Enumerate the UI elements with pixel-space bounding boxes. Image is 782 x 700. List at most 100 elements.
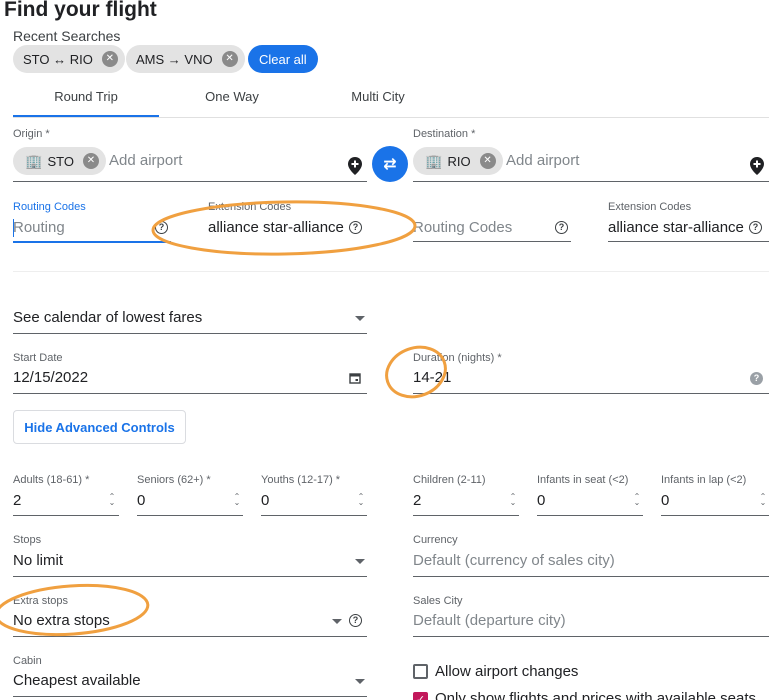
page-title: Find your flight bbox=[4, 0, 157, 21]
routing-codes-label: Routing Codes bbox=[13, 201, 86, 213]
adults-input[interactable]: 2 bbox=[13, 492, 21, 509]
youths-label: Youths (12-17) * bbox=[261, 474, 341, 486]
building-icon: 🏢 bbox=[25, 152, 43, 169]
close-icon[interactable]: ✕ bbox=[82, 153, 99, 169]
only-available-seats-label[interactable]: Only show flights and prices with availa… bbox=[435, 690, 756, 700]
start-date-underline bbox=[13, 393, 367, 394]
destination-input[interactable]: Add airport bbox=[506, 152, 579, 169]
tab-one-way[interactable]: One Way bbox=[159, 89, 305, 104]
extension-codes-label: Extension Codes bbox=[208, 201, 292, 213]
clear-all-button[interactable]: Clear all bbox=[248, 45, 318, 73]
youths-underline bbox=[261, 515, 367, 516]
adults-label: Adults (18-61) * bbox=[13, 474, 90, 486]
infants-seat-input[interactable]: 0 bbox=[537, 492, 545, 509]
sales-city-label: Sales City bbox=[413, 595, 463, 607]
duration-label: Duration (nights) * bbox=[413, 352, 502, 364]
stepper-icon[interactable]: ⌃ ⌄ bbox=[759, 493, 767, 507]
origin-chip[interactable]: 🏢 STO ✕ bbox=[13, 147, 106, 175]
currency-underline bbox=[413, 576, 769, 577]
swap-airports-button[interactable]: ⇄ bbox=[372, 146, 408, 182]
annotation-ellipse-extra-stops bbox=[0, 583, 150, 637]
recent-chip-ams-vno[interactable]: AMS → VNO ✕ bbox=[126, 45, 245, 73]
dropdown-arrow-icon[interactable] bbox=[355, 679, 365, 684]
close-icon[interactable]: ✕ bbox=[101, 51, 118, 67]
stops-underline bbox=[13, 576, 367, 577]
swap-icon: ⇄ bbox=[383, 156, 397, 173]
cabin-underline bbox=[13, 696, 367, 697]
extra-stops-select[interactable]: No extra stops bbox=[13, 612, 110, 629]
only-available-seats-checkbox[interactable]: ✓ bbox=[413, 692, 428, 700]
destination-label: Destination * bbox=[413, 128, 476, 140]
infants-seat-label: Infants in seat (<2) bbox=[537, 474, 629, 486]
youths-input[interactable]: 0 bbox=[261, 492, 269, 509]
start-date-input[interactable]: 12/15/2022 bbox=[13, 369, 88, 386]
allow-airport-changes-checkbox[interactable] bbox=[413, 664, 428, 679]
routing-codes-underline bbox=[13, 241, 171, 243]
annotation-overlay bbox=[0, 200, 447, 637]
help-icon[interactable]: ? bbox=[555, 221, 568, 234]
add-location-icon[interactable] bbox=[750, 157, 764, 175]
text-cursor bbox=[13, 219, 14, 237]
routing-codes-input-return[interactable]: Routing Codes bbox=[413, 219, 512, 236]
currency-input[interactable]: Default (currency of sales city) bbox=[413, 552, 615, 569]
tab-multi-city[interactable]: Multi City bbox=[305, 89, 451, 104]
sales-city-input[interactable]: Default (departure city) bbox=[413, 612, 566, 629]
seniors-label: Seniors (62+) * bbox=[137, 474, 211, 486]
stepper-icon[interactable]: ⌃ ⌄ bbox=[233, 493, 241, 507]
dropdown-arrow-icon[interactable] bbox=[332, 619, 342, 624]
infants-lap-underline bbox=[661, 515, 769, 516]
dropdown-arrow-icon[interactable] bbox=[355, 316, 365, 321]
destination-chip[interactable]: 🏢 RIO ✕ bbox=[413, 147, 503, 175]
stepper-icon[interactable]: ⌃ ⌄ bbox=[509, 493, 517, 507]
origin-chip-label: STO bbox=[47, 153, 74, 169]
children-underline bbox=[413, 515, 519, 516]
recent-chip-label: STO ↔ RIO bbox=[23, 51, 93, 67]
routing-codes-underline-return bbox=[413, 241, 571, 242]
calendar-icon[interactable] bbox=[349, 372, 361, 384]
origin-label: Origin * bbox=[13, 128, 50, 140]
recent-chip-label: AMS → VNO bbox=[136, 51, 213, 67]
calendar-select[interactable]: See calendar of lowest fares bbox=[13, 309, 202, 326]
extension-codes-input-return[interactable]: alliance star-alliance bbox=[608, 219, 744, 236]
dropdown-arrow-icon[interactable] bbox=[355, 559, 365, 564]
origin-underline bbox=[13, 181, 367, 182]
infants-lap-label: Infants in lap (<2) bbox=[661, 474, 747, 486]
help-icon[interactable]: ? bbox=[349, 614, 362, 627]
help-icon[interactable]: ? bbox=[349, 221, 362, 234]
help-icon[interactable]: ? bbox=[155, 221, 168, 234]
help-icon[interactable]: ? bbox=[749, 221, 762, 234]
seniors-input[interactable]: 0 bbox=[137, 492, 145, 509]
recent-searches-label: Recent Searches bbox=[13, 28, 121, 44]
stepper-icon[interactable]: ⌃ ⌄ bbox=[633, 493, 641, 507]
close-icon[interactable]: ✕ bbox=[479, 153, 496, 169]
children-input[interactable]: 2 bbox=[413, 492, 421, 509]
destination-underline bbox=[413, 181, 769, 182]
origin-input[interactable]: Add airport bbox=[109, 152, 182, 169]
stepper-icon[interactable]: ⌃ ⌄ bbox=[108, 493, 116, 507]
extra-stops-label: Extra stops bbox=[13, 595, 69, 607]
currency-label: Currency bbox=[413, 534, 458, 546]
stepper-icon[interactable]: ⌃ ⌄ bbox=[357, 493, 365, 507]
allow-airport-changes-label[interactable]: Allow airport changes bbox=[435, 663, 578, 680]
extension-codes-underline-return bbox=[608, 241, 769, 242]
close-icon[interactable]: ✕ bbox=[221, 51, 238, 67]
cabin-select[interactable]: Cheapest available bbox=[13, 672, 141, 689]
recent-chip-sto-rio[interactable]: STO ↔ RIO ✕ bbox=[13, 45, 125, 73]
add-location-icon[interactable] bbox=[348, 157, 362, 175]
routing-codes-input[interactable]: Routing bbox=[13, 219, 65, 236]
sales-city-underline bbox=[413, 636, 769, 637]
infants-seat-underline bbox=[537, 515, 643, 516]
hide-advanced-controls-button[interactable]: Hide Advanced Controls bbox=[13, 410, 186, 444]
stops-select[interactable]: No limit bbox=[13, 552, 63, 569]
duration-input[interactable]: 14-21 bbox=[413, 369, 451, 386]
help-icon[interactable]: ? bbox=[750, 372, 763, 385]
extension-codes-input[interactable]: alliance star-alliance bbox=[208, 219, 344, 236]
duration-underline bbox=[413, 393, 769, 394]
cabin-label: Cabin bbox=[13, 655, 42, 667]
building-icon: 🏢 bbox=[425, 152, 443, 169]
tab-round-trip[interactable]: Round Trip bbox=[13, 89, 159, 104]
infants-lap-input[interactable]: 0 bbox=[661, 492, 669, 509]
start-date-label: Start Date bbox=[13, 352, 63, 364]
extra-stops-underline bbox=[13, 636, 367, 637]
seniors-underline bbox=[137, 515, 243, 516]
